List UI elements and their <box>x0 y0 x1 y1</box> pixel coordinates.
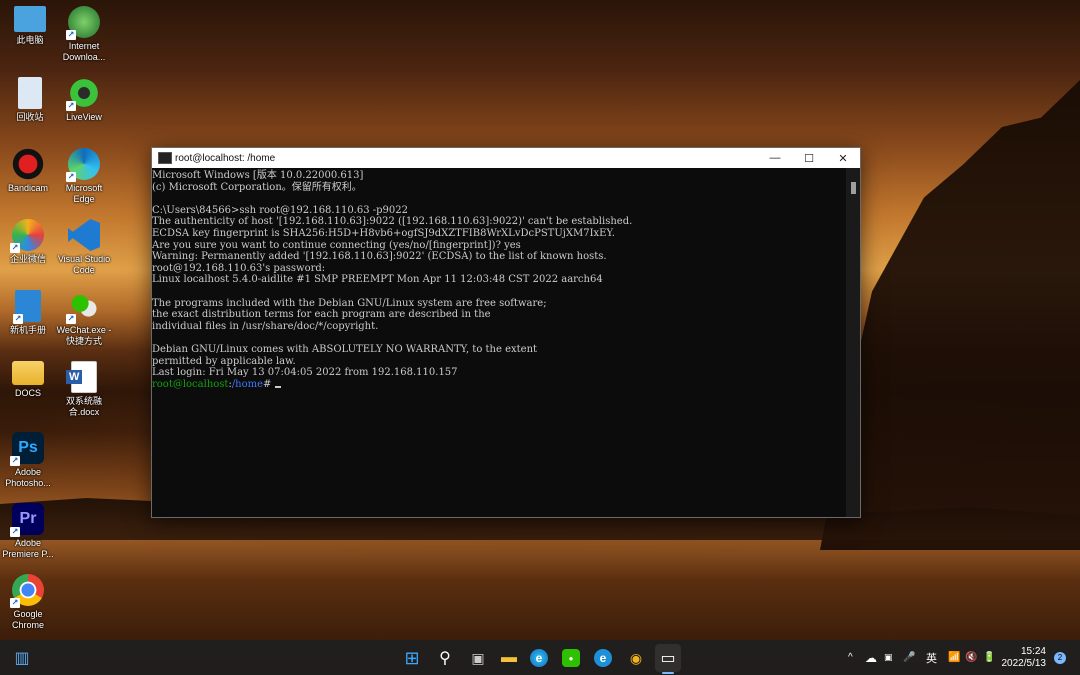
terminal-line: Warning: Permanently added '[192.168.110… <box>152 251 607 263</box>
window-titlebar[interactable]: root@localhost: /home — ☐ ✕ <box>152 148 860 168</box>
scrollbar[interactable] <box>846 168 860 517</box>
chrome-icon: ↗ <box>10 574 44 608</box>
minimize-button[interactable]: — <box>758 148 792 168</box>
close-button[interactable]: ✕ <box>826 148 860 168</box>
shortcut-arrow-icon: ↗ <box>67 243 76 252</box>
shortcut-arrow-icon: ↗ <box>66 314 76 324</box>
clock[interactable]: 15:24 2022/5/13 <box>1001 640 1047 675</box>
shortcut-arrow-icon: ↗ <box>66 30 76 40</box>
clock-time: 15:24 <box>1020 645 1046 657</box>
terminal-line: Microsoft Windows [版本 10.0.22000.613] <box>152 170 364 181</box>
active-indicator <box>662 672 674 674</box>
wechat-icon: ↗ <box>66 290 100 324</box>
tray-app-icon[interactable]: ▣ <box>884 640 893 675</box>
desktop-icon-idm[interactable]: ↗ Internet Downloa... <box>54 6 114 63</box>
shortcut-arrow-icon: ↗ <box>10 456 20 466</box>
desktop-icon-premiere[interactable]: Pr ↗ Adobe Premiere P... <box>0 503 58 560</box>
terminal-icon <box>158 152 172 164</box>
folder-icon <box>12 361 44 385</box>
clock-date: 2022/5/13 <box>1001 657 1047 669</box>
taskbar: ▥ ⊞ ⚲ ▣ ▬ e ● e ◉ ▭ ^ ☁ ▣ 🎤 英 📶 🔇 🔋 15:2… <box>0 640 1080 675</box>
desktop-icon-bandicam[interactable]: Bandicam <box>0 148 58 194</box>
task-view-icon[interactable]: ▣ <box>467 647 489 669</box>
wecom-icon: ↗ <box>10 219 44 253</box>
text-cursor <box>274 385 281 388</box>
prompt-path: /home <box>231 378 264 390</box>
terminal-line: (c) Microsoft Corporation。保留所有权利。 <box>152 181 362 193</box>
terminal-line: Are you sure you want to continue connec… <box>152 239 521 251</box>
photoshop-icon: Ps ↗ <box>10 432 44 466</box>
shortcut-arrow-icon: ↗ <box>66 172 76 182</box>
desktop-icon-wecom[interactable]: ↗ 企业微信 <box>0 219 58 265</box>
manual-icon: ↗ <box>13 290 41 324</box>
liveview-icon: ↗ <box>66 77 100 111</box>
desktop-icon-chrome[interactable]: ↗ Google Chrome <box>0 574 58 631</box>
vscode-icon: ↗ <box>68 219 100 251</box>
desktop-icon-docs-folder[interactable]: DOCS <box>0 361 58 399</box>
maximize-button[interactable]: ☐ <box>792 148 826 168</box>
prompt-char: # <box>263 378 275 390</box>
file-explorer-icon[interactable]: ▬ <box>498 647 520 669</box>
bandicam-icon <box>12 148 44 180</box>
computer-icon <box>14 6 46 32</box>
edge-icon: ↗ <box>66 148 100 182</box>
prompt-user: root@localhost <box>152 378 229 390</box>
terminal-line: The programs included with the Debian GN… <box>152 297 547 309</box>
idm-icon: ↗ <box>66 6 100 40</box>
wifi-icon[interactable]: 📶 <box>948 640 960 675</box>
premiere-icon: Pr ↗ <box>10 503 44 537</box>
window-title: root@localhost: /home <box>175 152 276 164</box>
terminal-line: ECDSA key fingerprint is SHA256:H5D+H8vb… <box>152 227 615 239</box>
shortcut-arrow-icon: ↗ <box>10 527 20 537</box>
terminal-line: Last login: Fri May 13 07:04:05 2022 fro… <box>152 367 458 379</box>
wecom-icon[interactable]: ◉ <box>625 647 647 669</box>
terminal-prompt-line[interactable]: root@localhost:/home# <box>152 379 846 391</box>
microphone-icon[interactable]: 🎤 <box>903 640 915 675</box>
terminal-line: The authenticity of host '[192.168.110.6… <box>152 216 633 228</box>
battery-icon[interactable]: 🔋 <box>983 640 995 675</box>
terminal-line: C:\Users\84566>ssh root@192.168.110.63 -… <box>152 204 408 216</box>
search-icon[interactable]: ⚲ <box>434 647 456 669</box>
terminal-line: root@192.168.110.63's password: <box>152 262 326 274</box>
notification-badge[interactable]: 2 <box>1054 652 1066 664</box>
desktop-icon-this-pc[interactable]: 此电脑 <box>0 6 60 46</box>
recycle-bin-icon <box>18 77 42 109</box>
shortcut-arrow-icon: ↗ <box>10 598 20 608</box>
terminal-output[interactable]: Microsoft Windows [版本 10.0.22000.613] (c)… <box>152 168 846 517</box>
terminal-line: Linux localhost 5.4.0-aidlite #1 SMP PRE… <box>152 274 603 286</box>
desktop-icon-manual[interactable]: ↗ 新机手册 <box>0 290 58 336</box>
terminal-window[interactable]: root@localhost: /home — ☐ ✕ Microsoft Wi… <box>151 147 861 518</box>
start-icon[interactable]: ⊞ <box>401 647 423 669</box>
browser-icon[interactable]: e <box>594 649 612 667</box>
scrollbar-thumb[interactable] <box>851 182 856 194</box>
terminal-line: the exact distribution terms for each pr… <box>152 309 491 321</box>
tray-chevron-icon[interactable]: ^ <box>848 640 853 675</box>
desktop-icon-wechat[interactable]: ↗ WeChat.exe - 快捷方式 <box>54 290 114 347</box>
shortcut-arrow-icon: ↗ <box>13 314 23 324</box>
shortcut-arrow-icon: ↗ <box>66 101 76 111</box>
desktop-icon-photoshop[interactable]: Ps ↗ Adobe Photosho... <box>0 432 58 489</box>
shortcut-arrow-icon: ↗ <box>10 243 20 253</box>
desktop-icon-edge[interactable]: ↗ Microsoft Edge <box>54 148 114 205</box>
widgets-icon[interactable]: ▥ <box>11 647 33 669</box>
desktop-icon-liveview[interactable]: ↗ LiveView <box>54 77 114 123</box>
terminal-line: Debian GNU/Linux comes with ABSOLUTELY N… <box>152 343 538 355</box>
desktop-icon-vscode[interactable]: ↗ Visual Studio Code <box>54 219 114 276</box>
terminal-line: permitted by applicable law. <box>152 355 296 367</box>
desktop-icon-docx[interactable]: W 双系统融合.docx <box>54 361 114 418</box>
terminal-icon[interactable]: ▭ <box>655 644 681 672</box>
terminal-line: individual files in /usr/share/doc/*/cop… <box>152 320 379 332</box>
word-icon: W <box>66 361 97 393</box>
volume-icon[interactable]: 🔇 <box>965 640 977 675</box>
cloud-icon[interactable]: ☁ <box>865 640 877 675</box>
wechat-icon[interactable]: ● <box>562 649 580 667</box>
ime-indicator[interactable]: 英 <box>926 640 937 675</box>
word-letter: W <box>66 370 83 384</box>
desktop-icon-recycle-bin[interactable]: 回收站 <box>0 77 60 123</box>
edge-icon[interactable]: e <box>530 649 548 667</box>
